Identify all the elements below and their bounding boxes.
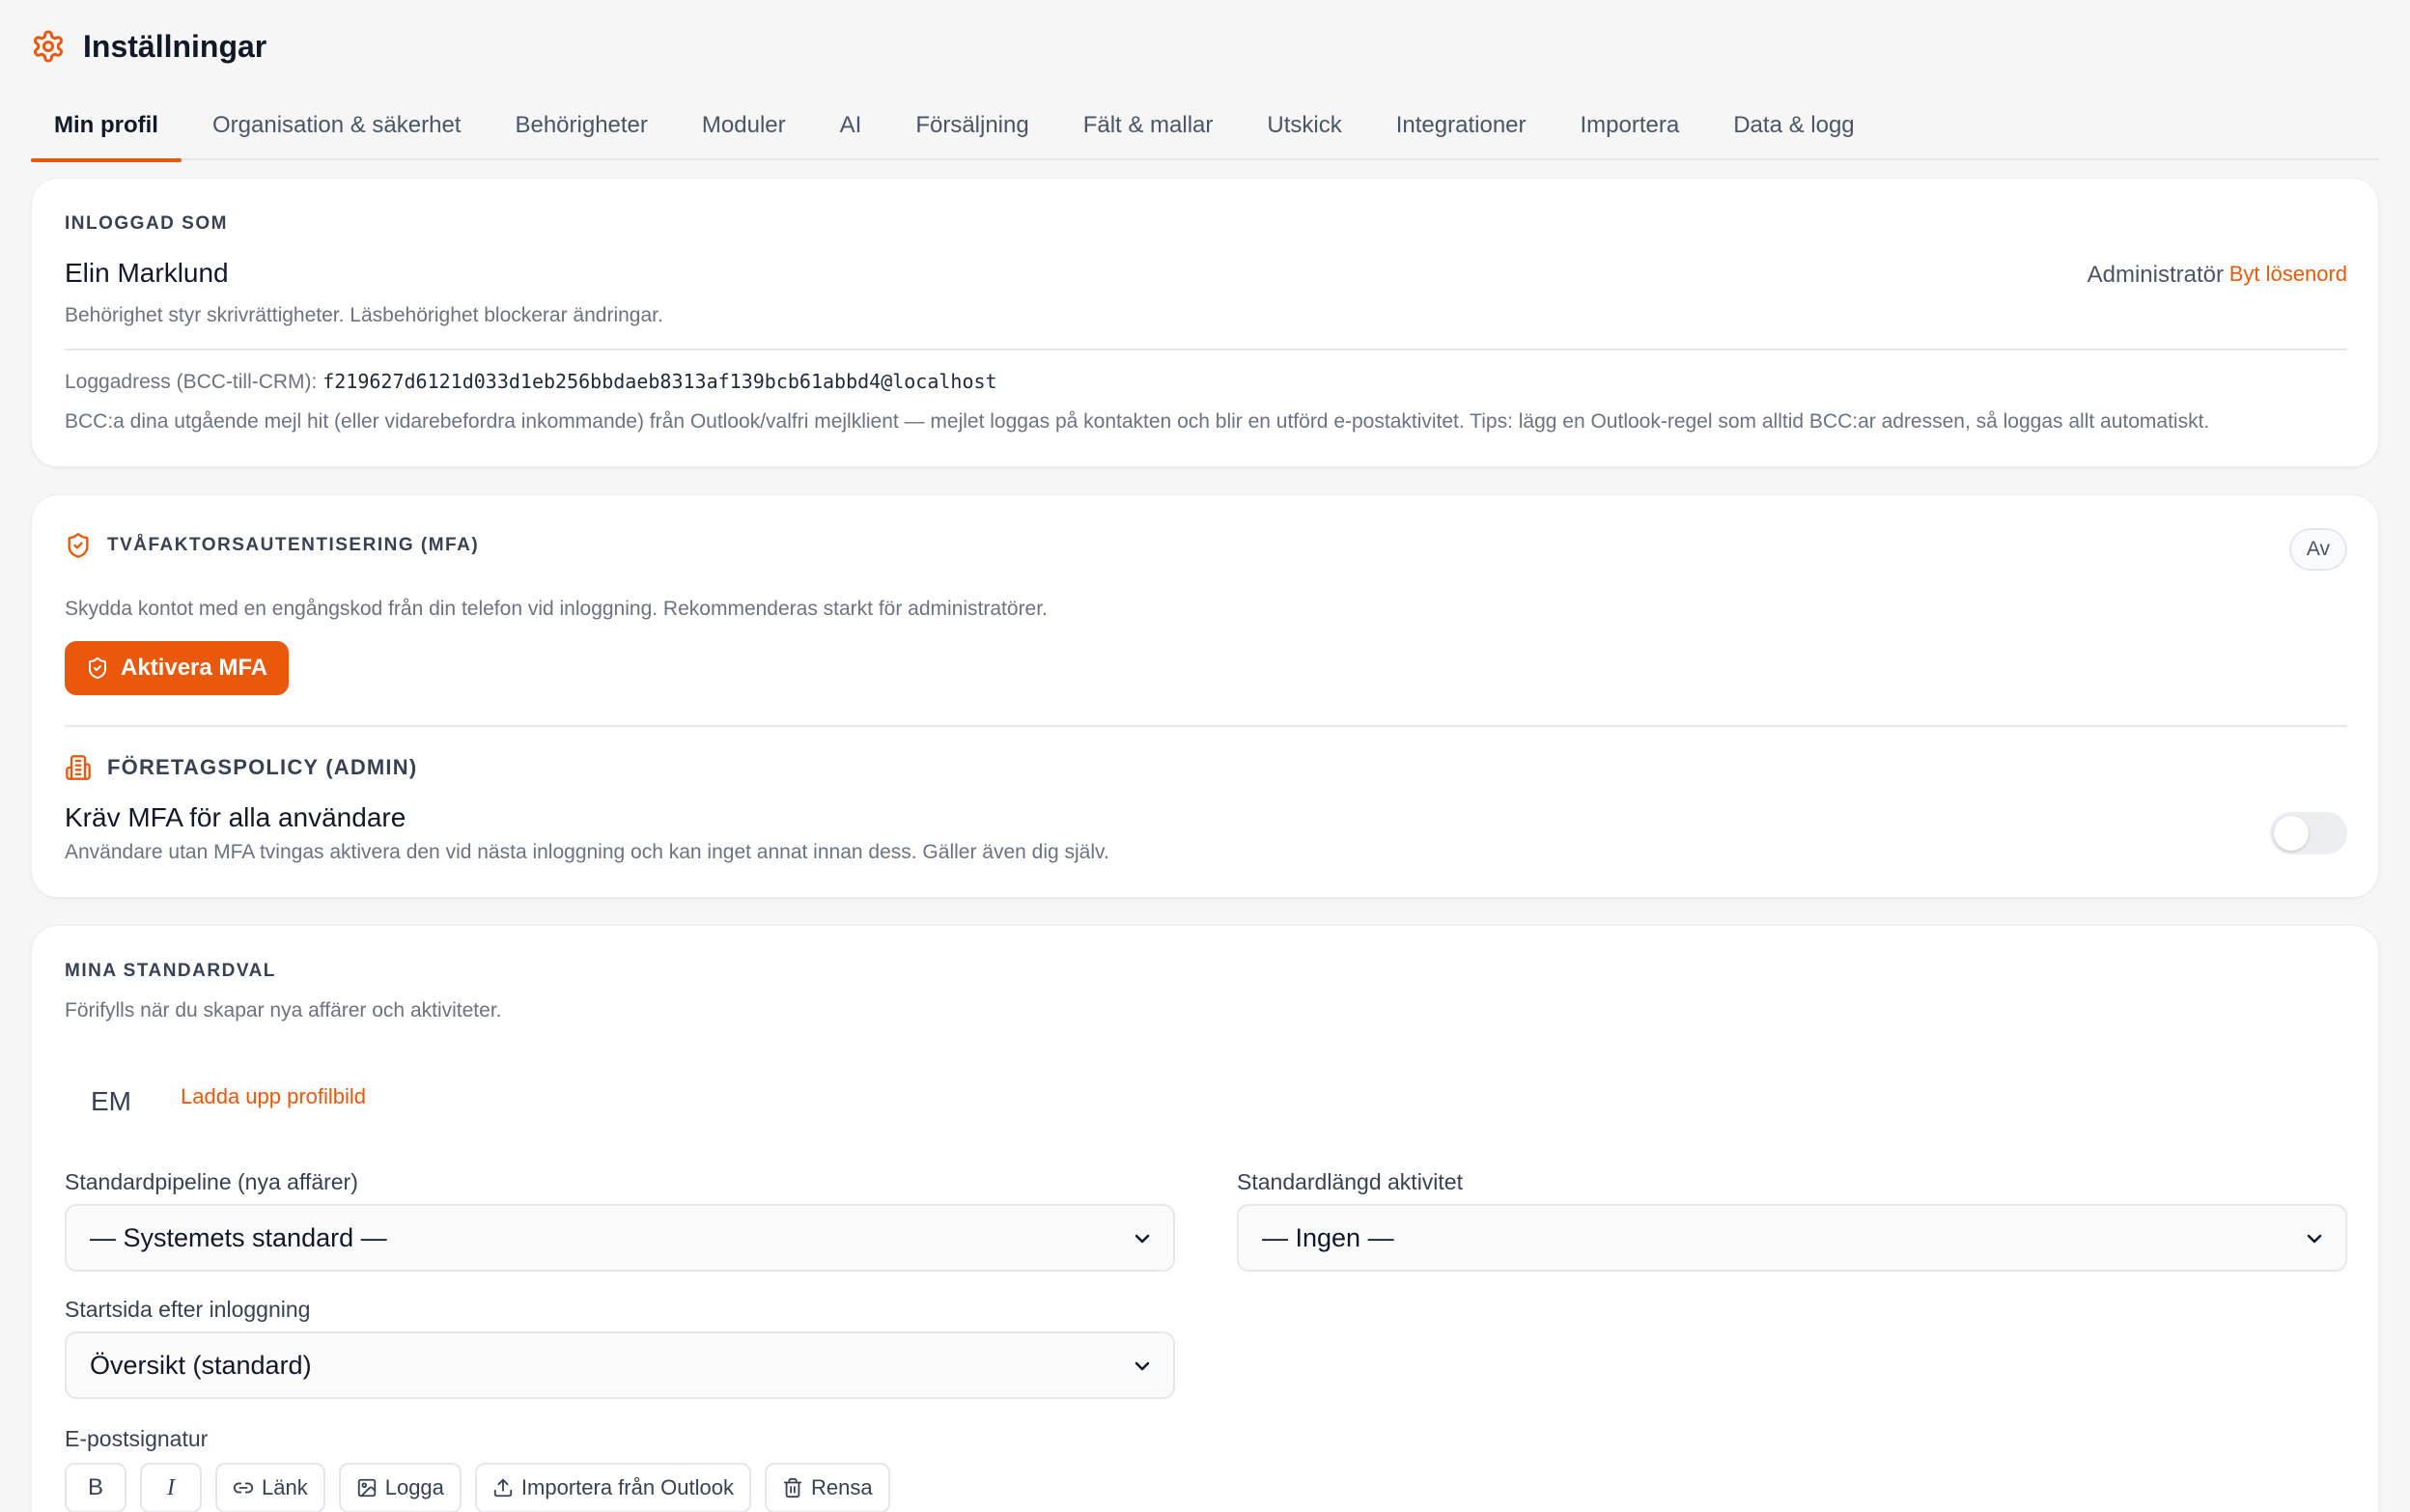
tab-organisation-sakerhet[interactable]: Organisation & säkerhet	[189, 100, 484, 160]
chevron-down-icon	[1135, 1234, 1150, 1244]
link-button[interactable]: Länk	[215, 1463, 325, 1512]
user-role: Administratör	[2087, 262, 2224, 288]
activate-mfa-button[interactable]: Aktivera MFA	[65, 641, 290, 695]
tab-importera[interactable]: Importera	[1557, 100, 1703, 160]
tab-utskick[interactable]: Utskick	[1244, 100, 1364, 160]
require-mfa-toggle[interactable]	[2270, 812, 2347, 854]
signature-label: E-postsignatur	[65, 1426, 209, 1451]
start-page-value: Översikt (standard)	[90, 1350, 312, 1380]
log-address-line: Loggadress (BCC-till-CRM): f219627d6121d…	[65, 370, 997, 394]
log-address-label: Loggadress (BCC-till-CRM):	[65, 371, 323, 393]
shield-check-icon	[89, 658, 106, 680]
mfa-card: TVÅFAKTORSAUTENTISERING (MFA) Av Skydda …	[31, 494, 2379, 898]
require-mfa-description: Användare utan MFA tvingas aktivera den …	[65, 841, 1109, 863]
italic-icon: I	[167, 1474, 175, 1500]
tab-integrationer[interactable]: Integrationer	[1373, 100, 1550, 160]
mfa-caption: TVÅFAKTORSAUTENTISERING (MFA)	[107, 535, 480, 555]
pipeline-select[interactable]: — Systemets standard —	[65, 1204, 1175, 1272]
building-icon	[66, 755, 91, 780]
settings-tabs: Min profil Organisation & säkerhet Behör…	[31, 100, 2379, 162]
chevron-down-icon	[2307, 1234, 2322, 1244]
mfa-description: Skydda kontot med en engångskod från din…	[65, 598, 1048, 620]
require-mfa-title: Kräv MFA för alla användare	[65, 802, 406, 832]
clear-label: Rensa	[811, 1475, 873, 1499]
divider	[65, 349, 2347, 350]
tab-falt-mallar[interactable]: Fält & mallar	[1060, 100, 1237, 160]
defaults-description: Förifylls när du skapar nya affärer och …	[65, 999, 502, 1022]
change-password-link[interactable]: Byt lösenord	[2229, 262, 2347, 287]
bold-button[interactable]: B	[65, 1463, 126, 1512]
clear-button[interactable]: Rensa	[765, 1463, 890, 1512]
page-title: Inställningar	[83, 28, 267, 64]
import-outlook-label: Importera från Outlook	[520, 1475, 735, 1499]
duration-select[interactable]: — Ingen —	[1237, 1204, 2347, 1272]
user-name: Elin Marklund	[65, 258, 229, 288]
activate-mfa-label: Aktivera MFA	[121, 655, 268, 681]
profile-caption: INLOGGAD SOM	[65, 213, 228, 234]
signature-toolbar: B I Länk Logga Importera från Outlook Re…	[65, 1463, 890, 1512]
start-page-select[interactable]: Översikt (standard)	[65, 1331, 1175, 1399]
policy-caption: FÖRETAGSPOLICY (ADMIN)	[107, 755, 418, 779]
gear-icon	[34, 30, 63, 63]
logo-button[interactable]: Logga	[338, 1463, 462, 1512]
page-header: Inställningar	[31, 27, 266, 66]
link-icon	[233, 1482, 254, 1494]
upload-profile-picture-link[interactable]: Ladda upp profilbild	[181, 1084, 366, 1109]
tab-behorigheter[interactable]: Behörigheter	[491, 100, 670, 160]
avatar: EM	[91, 1086, 131, 1116]
tab-ai[interactable]: AI	[817, 100, 885, 160]
trash-icon	[783, 1477, 802, 1498]
tab-min-profil[interactable]: Min profil	[31, 100, 182, 162]
mfa-header: TVÅFAKTORSAUTENTISERING (MFA)	[65, 532, 479, 559]
logo-label: Logga	[384, 1475, 444, 1499]
policy-header: FÖRETAGSPOLICY (ADMIN)	[65, 754, 417, 781]
duration-value: — Ingen —	[1262, 1222, 1394, 1252]
tab-moduler[interactable]: Moduler	[679, 100, 809, 160]
pipeline-label: Standardpipeline (nya affärer)	[65, 1169, 358, 1194]
defaults-caption: MINA STANDARDVAL	[65, 961, 276, 981]
mfa-status-badge: Av	[2288, 528, 2347, 571]
tab-forsaljning[interactable]: Försäljning	[892, 100, 1051, 160]
import-outlook-button[interactable]: Importera från Outlook	[474, 1463, 752, 1512]
divider	[65, 725, 2347, 727]
image-icon	[357, 1478, 376, 1498]
start-page-label: Startsida efter inloggning	[65, 1297, 311, 1322]
duration-label: Standardlängd aktivitet	[1237, 1169, 1463, 1194]
tab-data-logg[interactable]: Data & logg	[1710, 100, 1877, 160]
profile-card: INLOGGAD SOM Elin Marklund Behörighet st…	[31, 178, 2379, 467]
chevron-down-icon	[1135, 1361, 1150, 1371]
upload-icon	[493, 1478, 513, 1498]
log-address-value[interactable]: f219627d6121d033d1eb256bbdaeb8313af139bc…	[322, 370, 996, 393]
link-label: Länk	[262, 1475, 308, 1499]
shield-check-icon	[68, 533, 89, 558]
pipeline-value: — Systemets standard —	[90, 1222, 387, 1252]
bcc-help-text: BCC:a dina utgående mejl hit (eller vida…	[65, 410, 2210, 433]
bold-icon: B	[87, 1474, 103, 1500]
italic-button[interactable]: I	[140, 1463, 202, 1512]
profile-description: Behörighet styr skrivrättigheter. Läsbeh…	[65, 304, 663, 326]
defaults-card: MINA STANDARDVAL Förifylls när du skapar…	[31, 925, 2379, 1512]
toggle-knob	[2274, 816, 2309, 851]
